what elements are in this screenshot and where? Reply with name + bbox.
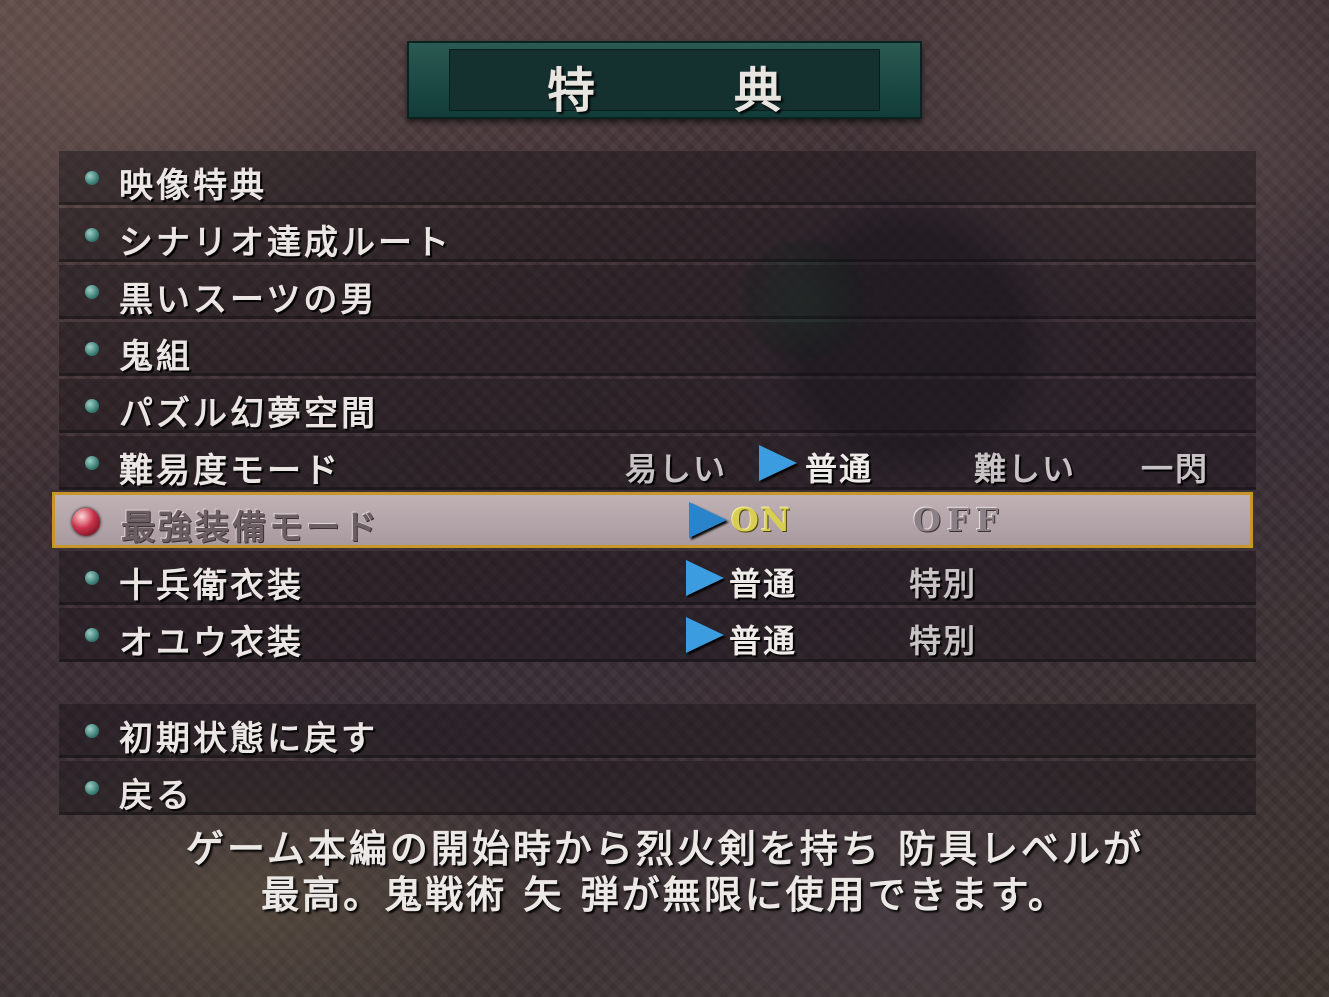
- page-title-char-1: 特: [547, 63, 598, 119]
- option-issen[interactable]: 一閃: [1141, 444, 1209, 490]
- page-title: 特 典: [407, 41, 922, 119]
- teal-orb-icon: [85, 571, 99, 585]
- menu-item-label: 鬼組: [119, 337, 193, 377]
- menu-item-jubei-costume[interactable]: 十兵衛衣装 普通 特別: [59, 551, 1256, 606]
- menu-item-label: 映像特典: [119, 166, 267, 206]
- option-normal[interactable]: 普通: [729, 559, 797, 605]
- option-off[interactable]: OFF: [913, 501, 1004, 539]
- option-normal[interactable]: 普通: [729, 616, 797, 662]
- teal-orb-icon: [85, 399, 99, 413]
- description-text: ゲーム本編の開始時から烈火剣を持ち 防具レベルが 最高。鬼戦術 矢 弾が無限に使…: [60, 826, 1270, 918]
- blue-triangle-arrow-icon: [686, 617, 724, 653]
- menu-item-label: シナリオ達成ルート: [119, 223, 452, 263]
- blue-triangle-arrow-icon: [686, 560, 724, 596]
- title-inner-panel: [449, 49, 880, 111]
- blue-triangle-arrow-icon: [689, 502, 727, 538]
- teal-orb-icon: [85, 342, 99, 356]
- menu-item-label: 最強装備モード: [121, 508, 380, 548]
- description-line-2: 最高。鬼戦術 矢 弾が無限に使用できます。: [261, 872, 1069, 917]
- menu-item-label: 初期状態に戻す: [119, 719, 378, 759]
- menu-item-label: 戻る: [119, 776, 193, 816]
- option-special[interactable]: 特別: [909, 559, 977, 605]
- menu-item-puzzle-dream-space[interactable]: パズル幻夢空間: [59, 379, 1256, 434]
- menu-item-label: 十兵衛衣装: [119, 566, 304, 606]
- page-title-char-2: 典: [734, 63, 785, 119]
- menu-item-label: パズル幻夢空間: [119, 394, 378, 434]
- teal-orb-icon: [85, 171, 99, 185]
- menu-item-black-suit-man[interactable]: 黒いスーツの男: [59, 265, 1256, 320]
- menu-item-label: 黒いスーツの男: [119, 280, 378, 320]
- menu-item-scenario-route[interactable]: シナリオ達成ルート: [59, 208, 1256, 263]
- option-special[interactable]: 特別: [909, 616, 977, 662]
- teal-orb-icon: [85, 628, 99, 642]
- description-line-1: ゲーム本編の開始時から烈火剣を持ち 防具レベルが: [185, 826, 1145, 871]
- option-easy[interactable]: 易しい: [625, 444, 727, 490]
- back-button[interactable]: 戻る: [59, 761, 1256, 816]
- red-gem-icon: [72, 508, 100, 536]
- teal-orb-icon: [85, 456, 99, 470]
- menu-item-label: 難易度モード: [119, 451, 341, 491]
- reset-to-default-button[interactable]: 初期状態に戻す: [59, 704, 1256, 759]
- teal-orb-icon: [85, 228, 99, 242]
- menu-item-video-bonus[interactable]: 映像特典: [59, 151, 1256, 206]
- teal-orb-icon: [85, 285, 99, 299]
- menu-item-strongest-equipment-mode[interactable]: 最強装備モード ON OFF: [52, 492, 1253, 548]
- menu-item-label: オユウ衣装: [119, 623, 304, 663]
- menu-item-difficulty-mode[interactable]: 難易度モード 易しい 普通 難しい 一閃: [59, 436, 1256, 491]
- option-on[interactable]: ON: [731, 501, 792, 539]
- option-hard[interactable]: 難しい: [974, 444, 1076, 490]
- menu-item-oni-gumi[interactable]: 鬼組: [59, 322, 1256, 377]
- blue-triangle-arrow-icon: [759, 445, 797, 481]
- menu-item-oyu-costume[interactable]: オユウ衣装 普通 特別: [59, 608, 1256, 663]
- option-normal[interactable]: 普通: [805, 444, 873, 490]
- teal-orb-icon: [85, 781, 99, 795]
- teal-orb-icon: [85, 724, 99, 738]
